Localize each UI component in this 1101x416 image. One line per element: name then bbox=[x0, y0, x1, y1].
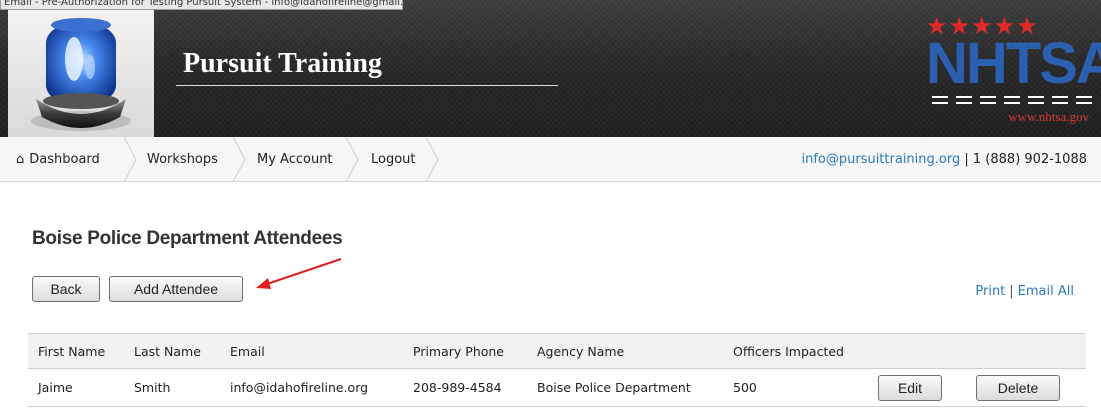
column-header-delete bbox=[966, 333, 1086, 369]
nav-label-logout: Logout bbox=[371, 152, 416, 167]
print-link[interactable]: Print bbox=[975, 284, 1005, 299]
email-all-link[interactable]: Email All bbox=[1018, 284, 1074, 299]
nhtsa-logo[interactable]: ★★★★★ NHTSA www.nhtsa.gov bbox=[920, 12, 1101, 134]
column-header-email: Email bbox=[220, 333, 403, 369]
add-attendee-button[interactable]: Add Attendee bbox=[109, 276, 243, 302]
attendees-table: First Name Last Name Email Primary Phone… bbox=[28, 333, 1086, 407]
chevron-separator bbox=[232, 137, 246, 182]
contact-email-link[interactable]: info@pursuittraining.org bbox=[801, 152, 960, 167]
cell-delete: Delete bbox=[966, 369, 1086, 407]
cell-last-name: Smith bbox=[134, 380, 171, 395]
table-header-row: First Name Last Name Email Primary Phone… bbox=[28, 333, 1086, 369]
cell-email: info@idahofireline.org bbox=[230, 380, 369, 395]
cell-edit: Edit bbox=[868, 369, 966, 407]
table-row: Jaime Smith info@idahofireline.org 208-9… bbox=[28, 369, 1086, 407]
police-siren-light-icon bbox=[31, 18, 131, 131]
home-icon: ⌂ bbox=[16, 152, 25, 167]
nhtsa-url: www.nhtsa.gov bbox=[1008, 109, 1089, 124]
delete-button[interactable]: Delete bbox=[976, 374, 1060, 401]
nav-item-workshops[interactable]: Workshops bbox=[147, 137, 218, 182]
nav-item-dashboard[interactable]: ⌂ Dashboard bbox=[16, 137, 100, 182]
edit-button[interactable]: Edit bbox=[878, 374, 942, 401]
column-header-officers-impacted: Officers Impacted bbox=[723, 333, 868, 369]
nav-item-logout[interactable]: Logout bbox=[371, 137, 416, 182]
browser-tooltip: Email - Pre-Authorization for Testing Pu… bbox=[0, 0, 403, 10]
column-header-agency-name: Agency Name bbox=[527, 333, 723, 369]
column-header-edit bbox=[868, 333, 966, 369]
site-title: Pursuit Training bbox=[183, 48, 382, 79]
nav-label-my-account: My Account bbox=[257, 152, 333, 167]
contact-phone: 1 (888) 902-1088 bbox=[972, 152, 1087, 167]
site-logo[interactable] bbox=[8, 9, 154, 137]
contact-separator: | bbox=[964, 152, 969, 167]
cell-primary-phone: 208-989-4584 bbox=[413, 380, 502, 395]
title-divider bbox=[176, 85, 558, 86]
breadcrumb-nav: ⌂ Dashboard Workshops My Account Logout i… bbox=[0, 137, 1101, 182]
nav-item-my-account[interactable]: My Account bbox=[257, 137, 333, 182]
chevron-separator bbox=[123, 137, 137, 182]
column-header-first-name: First Name bbox=[28, 333, 124, 369]
page-title: Boise Police Department Attendees bbox=[32, 228, 343, 249]
nav-label-dashboard: Dashboard bbox=[29, 152, 100, 167]
annotation-arrow-icon bbox=[256, 258, 342, 289]
back-button[interactable]: Back bbox=[32, 276, 100, 302]
cell-agency-name: Boise Police Department bbox=[537, 380, 691, 395]
nhtsa-wordmark: NHTSA bbox=[926, 31, 1101, 96]
nav-label-workshops: Workshops bbox=[147, 152, 218, 167]
road-stripes-icon bbox=[932, 96, 1092, 104]
cell-first-name: Jaime bbox=[38, 380, 73, 395]
print-email-links: Print | Email All bbox=[975, 284, 1074, 299]
column-header-primary-phone: Primary Phone bbox=[403, 333, 527, 369]
chevron-separator bbox=[345, 137, 359, 182]
links-separator: | bbox=[1009, 284, 1014, 299]
cell-officers-impacted: 500 bbox=[733, 380, 757, 395]
header-banner: Pursuit Training ★★★★★ NHTSA www.nhtsa.g… bbox=[0, 0, 1101, 137]
contact-info: info@pursuittraining.org | 1 (888) 902-1… bbox=[801, 137, 1087, 182]
column-header-last-name: Last Name bbox=[124, 333, 220, 369]
chevron-separator bbox=[425, 137, 439, 182]
